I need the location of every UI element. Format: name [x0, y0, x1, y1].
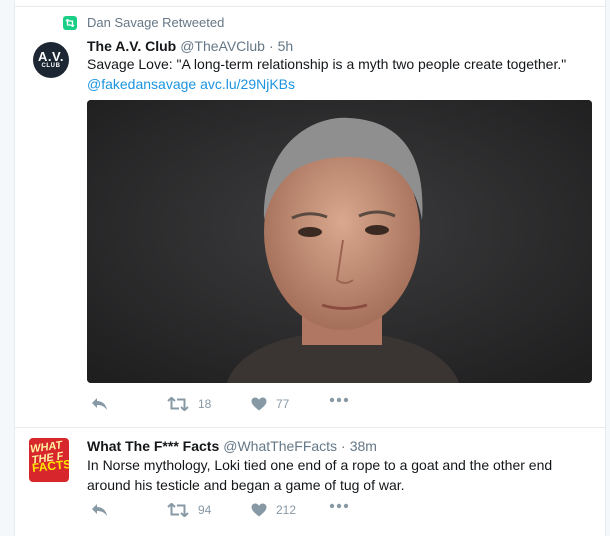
more-button[interactable] — [329, 397, 349, 403]
heart-icon — [251, 503, 267, 517]
author-handle[interactable]: @WhatTheFFacts — [223, 438, 337, 454]
timeline: Dan Savage Retweeted A.V. CLUB The A.V. … — [14, 0, 606, 536]
author-handle[interactable]: @TheAVClub — [180, 38, 265, 54]
more-dots-icon — [329, 397, 349, 403]
timestamp[interactable]: 38m — [350, 438, 377, 454]
heart-icon — [251, 397, 267, 411]
more-dots-icon — [329, 503, 349, 509]
tweet-text: In Norse mythology, Loki tied one end of… — [87, 455, 592, 495]
retweet-count: 18 — [198, 397, 212, 411]
like-button[interactable]: 212 — [251, 503, 296, 517]
tweet[interactable]: WHAT THE F FACTS What The F*** Facts @Wha… — [15, 428, 605, 536]
avatar[interactable]: A.V. CLUB — [33, 42, 69, 78]
portrait-photo — [87, 100, 592, 383]
tweet-header: The A.V. Club @TheAVClub · 5h — [87, 38, 293, 54]
like-button[interactable]: 77 — [251, 397, 289, 411]
timestamp[interactable]: 5h — [278, 38, 294, 54]
tweet-photo[interactable] — [87, 100, 592, 383]
retweet-button[interactable]: 18 — [167, 397, 211, 411]
retweet-button[interactable]: 94 — [167, 503, 211, 517]
retweeted-by-label[interactable]: Dan Savage Retweeted — [87, 15, 224, 30]
separator-dot: · — [341, 438, 346, 454]
retweet-count: 94 — [198, 503, 212, 517]
author-name[interactable]: The A.V. Club — [87, 38, 176, 54]
reply-icon — [92, 504, 107, 516]
avatar-logo-subtext: FACTS — [31, 456, 69, 476]
separator-dot: · — [268, 38, 274, 54]
avatar[interactable]: WHAT THE F FACTS — [29, 438, 69, 482]
retweet-icon — [167, 503, 189, 517]
tweet[interactable]: Dan Savage Retweeted A.V. CLUB The A.V. … — [15, 7, 605, 428]
tweet-body: In Norse mythology, Loki tied one end of… — [87, 457, 553, 493]
reply-button[interactable] — [91, 397, 109, 411]
like-count: 212 — [276, 503, 297, 517]
like-count: 77 — [276, 397, 290, 411]
tweet-text: Savage Love: "A long-term relationship i… — [87, 54, 592, 94]
avatar-logo-subtext: CLUB — [41, 63, 61, 69]
retweet-context: Dan Savage Retweeted — [63, 15, 224, 30]
tweet-body: Savage Love: "A long-term relationship i… — [87, 56, 567, 72]
tweet-header: What The F*** Facts @WhatTheFFacts · 38m — [87, 438, 377, 454]
retweet-icon — [167, 397, 189, 411]
url-link[interactable]: avc.lu/29NjKBs — [200, 76, 295, 92]
reply-button[interactable] — [91, 503, 109, 517]
reply-icon — [92, 398, 107, 410]
author-name[interactable]: What The F*** Facts — [87, 438, 219, 454]
mention-link[interactable]: @fakedansavage — [87, 76, 196, 92]
more-button[interactable] — [329, 503, 349, 509]
retweet-icon — [63, 15, 77, 30]
avatar-logo-text: A.V. — [37, 49, 65, 64]
